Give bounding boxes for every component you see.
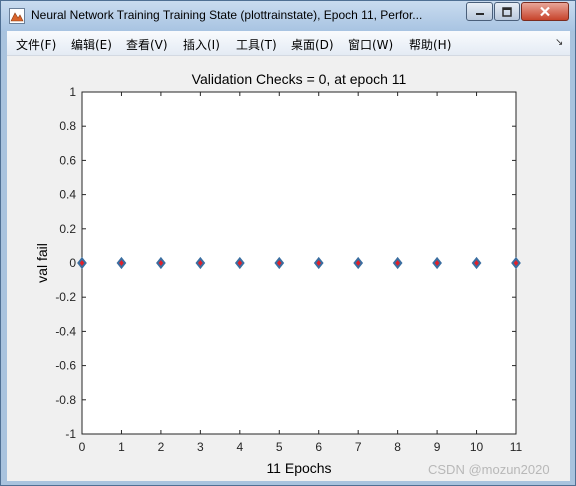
chart-title: Validation Checks = 0, at epoch 11	[192, 71, 407, 87]
y-tick-label: 0.2	[59, 222, 76, 236]
x-axis-label: 11 Epochs	[266, 460, 331, 476]
y-tick-label: -0.8	[55, 393, 76, 407]
menu-tools[interactable]: 工具(T)	[236, 36, 277, 53]
x-tick-label: 10	[470, 440, 484, 454]
figure-client-area: 文件(F) 编辑(E) 查看(V) 插入(I) 工具(T) 桌面(D) 窗口(W…	[7, 31, 570, 481]
menu-edit[interactable]: 编辑(E)	[71, 36, 112, 53]
menu-window[interactable]: 窗口(W)	[348, 36, 393, 53]
maximize-icon	[502, 6, 512, 17]
menu-bar: 文件(F) 编辑(E) 查看(V) 插入(I) 工具(T) 桌面(D) 窗口(W…	[7, 31, 570, 56]
x-tick-label: 1	[118, 440, 125, 454]
y-tick-label: -0.2	[55, 290, 76, 304]
y-tick-label: 0.6	[59, 153, 76, 167]
x-tick-label: 5	[276, 440, 283, 454]
title-bar[interactable]: Neural Network Training Training State (…	[1, 1, 575, 31]
y-tick-label: 0.8	[59, 119, 76, 133]
minimize-button[interactable]	[466, 2, 493, 21]
window-title: Neural Network Training Training State (…	[31, 8, 423, 22]
x-tick-label: 11	[510, 440, 523, 454]
y-axis-label: val fail	[34, 243, 50, 283]
figure-area: Validation Checks = 0, at epoch 11 11 Ep…	[7, 57, 570, 481]
axes-background	[81, 91, 517, 435]
close-icon	[540, 6, 550, 17]
maximize-button[interactable]	[494, 2, 520, 21]
dock-arrow-icon[interactable]: ↘	[555, 37, 563, 48]
close-button[interactable]	[521, 2, 569, 21]
x-tick-label: 0	[79, 440, 86, 454]
y-tick-label: -0.6	[55, 359, 76, 373]
menu-view[interactable]: 查看(V)	[126, 36, 168, 53]
matlab-figure-icon[interactable]	[9, 8, 25, 24]
x-tick-label: 8	[394, 440, 401, 454]
y-tick-label: 0.4	[59, 188, 76, 202]
figure-window: Neural Network Training Training State (…	[0, 0, 576, 486]
plot-svg: Validation Checks = 0, at epoch 11 11 Ep…	[34, 71, 523, 476]
y-tick-label: -1	[65, 427, 76, 441]
x-tick-label: 3	[197, 440, 204, 454]
menu-insert[interactable]: 插入(I)	[183, 36, 220, 53]
menu-file[interactable]: 文件(F)	[16, 36, 56, 53]
y-tick-label: 1	[69, 85, 76, 99]
x-tick-label: 6	[315, 440, 322, 454]
minimize-icon	[475, 12, 484, 15]
menu-help[interactable]: 帮助(H)	[409, 36, 451, 53]
watermark-text: CSDN @mozun2020	[428, 462, 550, 477]
x-tick-label: 4	[236, 440, 243, 454]
y-tick-label: 0	[69, 256, 76, 270]
x-tick-label: 2	[158, 440, 165, 454]
menu-desktop[interactable]: 桌面(D)	[291, 36, 334, 53]
x-tick-label: 7	[355, 440, 362, 454]
x-tick-label: 9	[434, 440, 441, 454]
y-tick-label: -0.4	[55, 324, 76, 338]
